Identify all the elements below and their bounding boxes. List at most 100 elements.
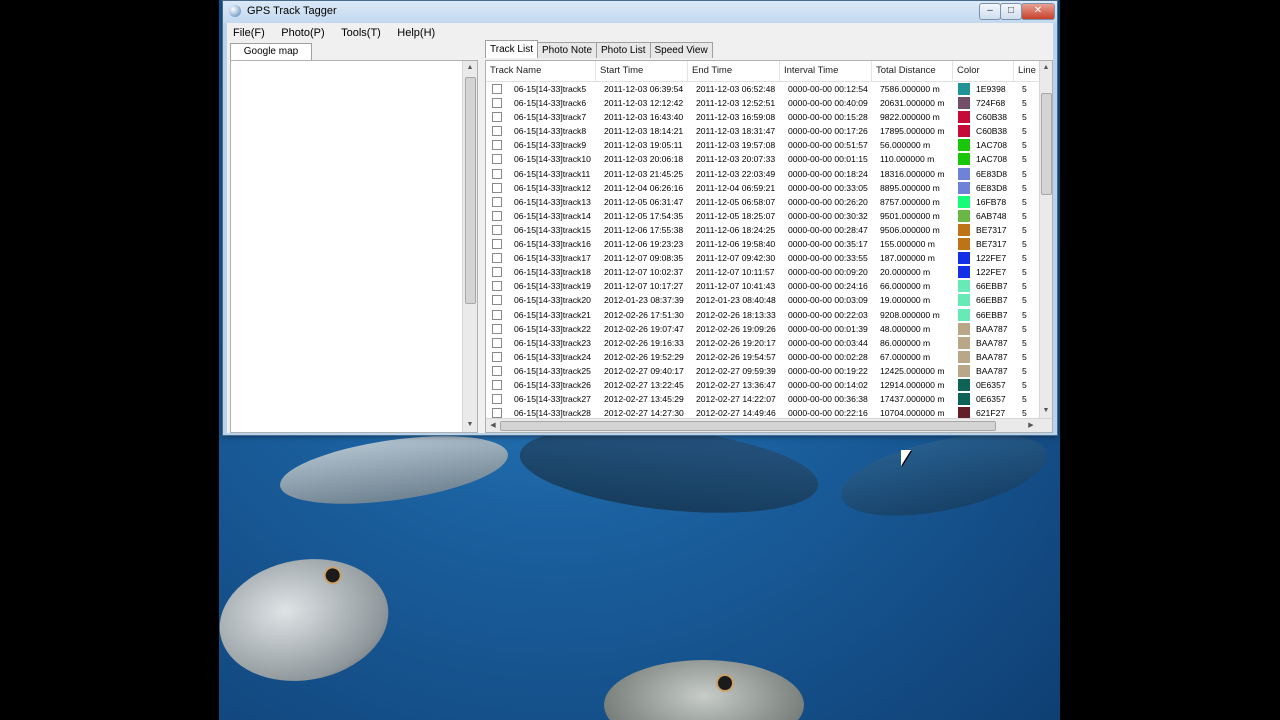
row-checkbox[interactable] [492,351,502,362]
close-button[interactable]: ✕ [1021,3,1055,20]
row-checkbox[interactable] [492,126,502,137]
row-checkbox[interactable] [492,168,502,179]
table-row[interactable]: 06-15[14-33]track20 2012-01-23 08:37:39 20… [486,293,1040,307]
table-row[interactable]: 06-15[14-33]track17 2011-12-07 09:08:35 20… [486,251,1040,265]
menu-help[interactable]: Help(H) [391,24,441,42]
row-checkbox[interactable] [492,365,502,376]
column-header-end-time[interactable]: End Time [688,61,780,81]
tab-photo-note[interactable]: Photo Note [536,42,598,58]
color-swatch[interactable] [958,111,970,124]
scroll-up-arrow-icon[interactable]: ▲ [463,61,477,75]
color-swatch[interactable] [958,280,970,293]
scroll-down-arrow-icon[interactable]: ▼ [463,418,477,432]
column-header-start-time[interactable]: Start Time [596,61,688,81]
row-checkbox[interactable] [492,98,502,109]
color-swatch[interactable] [958,266,970,279]
row-checkbox[interactable] [492,239,502,250]
color-swatch[interactable] [958,393,970,406]
color-swatch[interactable] [958,336,970,349]
column-header-interval-time[interactable]: Interval Time [780,61,872,81]
table-row[interactable]: 06-15[14-33]track5 2011-12-03 06:39:54 201… [486,82,1040,96]
column-header-total-distance[interactable]: Total Distance [872,61,953,81]
row-checkbox[interactable] [492,224,502,235]
color-swatch[interactable] [958,97,970,110]
title-bar[interactable]: GPS Track Tagger – □ ✕ [223,1,1057,23]
scroll-up-arrow-icon[interactable]: ▲ [1040,61,1052,75]
row-checkbox[interactable] [492,379,502,390]
row-checkbox[interactable] [492,210,502,221]
color-swatch[interactable] [958,364,970,377]
table-row[interactable]: 06-15[14-33]track23 2012-02-26 19:16:33 20… [486,336,1040,350]
tab-speed-view[interactable]: Speed View [649,42,713,58]
menu-file[interactable]: File(F) [227,24,271,42]
row-checkbox[interactable] [492,309,502,320]
row-checkbox[interactable] [492,267,502,278]
scrollbar-thumb[interactable] [465,77,476,304]
tab-photo-list[interactable]: Photo List [596,42,651,58]
column-header-line[interactable]: Line [1014,61,1040,81]
tab-track-list[interactable]: Track List [485,40,538,58]
table-row[interactable]: 06-15[14-33]track21 2012-02-26 17:51:30 20… [486,308,1040,322]
color-swatch[interactable] [958,209,970,222]
table-row[interactable]: 06-15[14-33]track27 2012-02-27 13:45:29 20… [486,392,1040,406]
table-row[interactable]: 06-15[14-33]track26 2012-02-27 13:22:45 20… [486,378,1040,392]
row-checkbox[interactable] [492,182,502,193]
menu-photo[interactable]: Photo(P) [275,24,330,42]
table-row[interactable]: 06-15[14-33]track18 2011-12-07 10:02:37 20… [486,265,1040,279]
color-swatch[interactable] [958,238,970,251]
row-checkbox[interactable] [492,84,502,94]
table-row[interactable]: 06-15[14-33]track11 2011-12-03 21:45:25 20… [486,167,1040,181]
row-checkbox[interactable] [492,394,502,405]
table-row[interactable]: 06-15[14-33]track12 2011-12-04 06:26:16 20… [486,181,1040,195]
scroll-left-arrow-icon[interactable]: ◀ [486,419,500,432]
color-swatch[interactable] [958,378,970,391]
color-swatch[interactable] [958,252,970,265]
table-row[interactable]: 06-15[14-33]track13 2011-12-05 06:31:47 20… [486,195,1040,209]
scroll-right-arrow-icon[interactable]: ▶ [1024,419,1038,432]
list-horizontal-scrollbar[interactable]: ◀ ▶ [486,418,1052,432]
table-row[interactable]: 06-15[14-33]track9 2011-12-03 19:05:11 201… [486,138,1040,152]
color-swatch[interactable] [958,83,970,95]
color-swatch[interactable] [958,223,970,236]
map-vertical-scrollbar[interactable]: ▲ ▼ [462,61,477,432]
map-view[interactable]: ▲ ▼ [230,60,478,433]
color-swatch[interactable] [958,350,970,363]
color-swatch[interactable] [958,308,970,321]
color-swatch[interactable] [958,139,970,152]
row-checkbox[interactable] [492,281,502,292]
row-checkbox[interactable] [492,196,502,207]
table-row[interactable]: 06-15[14-33]track24 2012-02-26 19:52:29 20… [486,350,1040,364]
row-checkbox[interactable] [492,408,502,419]
color-swatch[interactable] [958,181,970,194]
scrollbar-thumb[interactable] [1041,93,1052,195]
row-checkbox[interactable] [492,112,502,123]
table-row[interactable]: 06-15[14-33]track6 2011-12-03 12:12:42 201… [486,96,1040,110]
row-checkbox[interactable] [492,140,502,151]
tab-google-map[interactable]: Google map [230,43,312,60]
color-swatch[interactable] [958,153,970,166]
color-swatch[interactable] [958,294,970,307]
column-header-color[interactable]: Color [953,61,1014,81]
color-swatch[interactable] [958,167,970,180]
table-row[interactable]: 06-15[14-33]track22 2012-02-26 19:07:47 20… [486,322,1040,336]
table-row[interactable]: 06-15[14-33]track15 2011-12-06 17:55:38 20… [486,223,1040,237]
row-checkbox[interactable] [492,295,502,306]
table-row[interactable]: 06-15[14-33]track25 2012-02-27 09:40:17 20… [486,364,1040,378]
table-row[interactable]: 06-15[14-33]track14 2011-12-05 17:54:35 20… [486,209,1040,223]
row-checkbox[interactable] [492,253,502,264]
row-checkbox[interactable] [492,323,502,334]
list-vertical-scrollbar[interactable]: ▲ ▼ [1039,61,1052,418]
menu-tools[interactable]: Tools(T) [335,24,387,42]
table-row[interactable]: 06-15[14-33]track7 2011-12-03 16:43:40 201… [486,110,1040,124]
row-checkbox[interactable] [492,337,502,348]
maximize-button[interactable]: □ [1000,3,1022,20]
minimize-button[interactable]: – [979,3,1001,20]
table-row[interactable]: 06-15[14-33]track8 2011-12-03 18:14:21 201… [486,124,1040,138]
color-swatch[interactable] [958,195,970,208]
scrollbar-thumb[interactable] [500,421,996,431]
column-header-track-name[interactable]: Track Name [486,61,596,81]
color-swatch[interactable] [958,125,970,138]
table-row[interactable]: 06-15[14-33]track16 2011-12-06 19:23:23 20… [486,237,1040,251]
scroll-down-arrow-icon[interactable]: ▼ [1040,404,1052,418]
table-row[interactable]: 06-15[14-33]track10 2011-12-03 20:06:18 20… [486,152,1040,166]
